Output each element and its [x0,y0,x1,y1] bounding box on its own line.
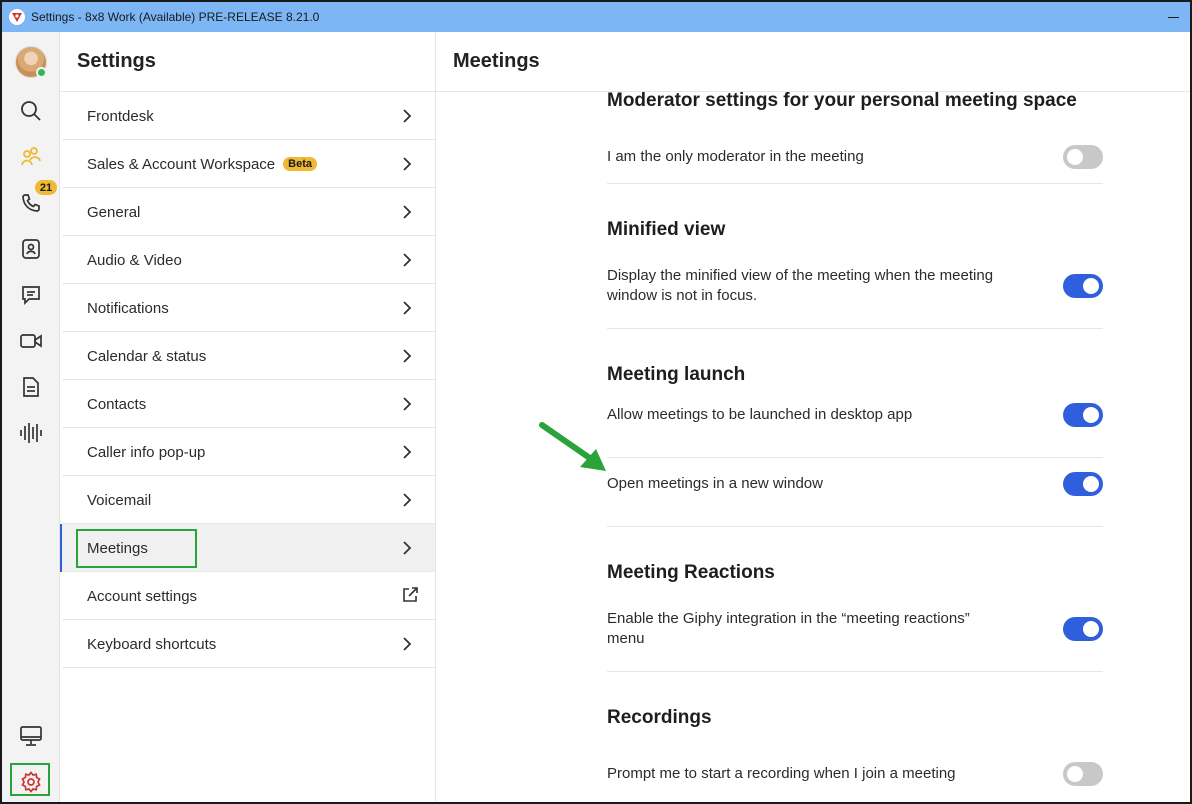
divider [607,671,1103,672]
window-title: Settings - 8x8 Work (Available) PRE-RELE… [31,10,320,24]
menu-item-general[interactable]: General [62,188,435,236]
document-icon[interactable] [19,375,43,399]
setting-label-open-new-window: Open meetings in a new window [607,475,823,492]
menu-item-account-settings[interactable]: Account settings [62,572,435,620]
settings-title: Settings [60,32,435,92]
menu-item-label: Keyboard shortcuts [87,635,217,653]
menu-item-frontdesk[interactable]: Frontdesk [62,92,435,140]
meetings-settings-pane: Meetings Moderator settings for your per… [436,32,1190,802]
menu-item-notifications[interactable]: Notifications [62,284,435,332]
annotation-arrow-icon [539,422,606,471]
chevron-right-icon [403,397,412,411]
section-title-meeting-launch: Meeting launch [607,364,746,385]
chevron-right-icon [403,541,412,555]
app-logo-icon [9,9,25,25]
menu-item-label: Audio & Video [87,251,182,269]
section-title-recordings: Recordings [607,707,712,728]
title-bar: Settings - 8x8 Work (Available) PRE-RELE… [2,2,1190,32]
section-title-minified-view: Minified view [607,219,726,240]
menu-item-sales-account-workspace[interactable]: Sales & Account Workspace Beta [62,140,435,188]
beta-badge: Beta [283,157,317,171]
setting-label-minified-view: Display the minified view of the meeting… [607,267,994,304]
contacts-icon[interactable] [19,237,43,261]
menu-item-label: Sales & Account Workspace [87,155,276,173]
presence-status-icon [36,67,47,78]
toggle-recording-prompt[interactable] [1063,762,1103,786]
menu-item-contacts[interactable]: Contacts [62,380,435,428]
external-link-icon [403,587,418,602]
toggle-minified-view[interactable] [1063,274,1103,298]
chevron-right-icon [403,493,412,507]
menu-item-label: Contacts [87,395,147,413]
menu-item-label: Calendar & status [87,347,207,365]
menu-item-label: Account settings [87,587,198,605]
settings-highlight-annotation [10,763,50,796]
menu-item-calendar-status[interactable]: Calendar & status [62,332,435,380]
menu-item-label: Caller info pop-up [87,443,206,461]
menu-item-label: Notifications [87,299,169,317]
section-title-meeting-reactions: Meeting Reactions [607,562,775,583]
menu-item-caller-info-popup[interactable]: Caller info pop-up [62,428,435,476]
meetings-highlight-annotation [76,529,197,568]
calls-count-badge: 21 [35,180,57,195]
section-title-moderator: Moderator settings for your personal mee… [607,90,1077,111]
menu-item-meetings[interactable]: Meetings [60,524,435,572]
app-window: Settings - 8x8 Work (Available) PRE-RELE… [0,0,1192,804]
toggle-giphy[interactable] [1063,617,1103,641]
chevron-right-icon [403,301,412,315]
menu-item-voicemail[interactable]: Voicemail [62,476,435,524]
setting-label-only-moderator: I am the only moderator in the meeting [607,148,864,165]
spaces-icon[interactable] [19,145,43,169]
search-icon[interactable] [19,99,43,123]
nav-rail: 21 [2,32,60,802]
menu-item-keyboard-shortcuts[interactable]: Keyboard shortcuts [62,620,435,668]
divider [607,183,1103,184]
toggle-open-new-window[interactable] [1063,472,1103,496]
setting-label-recording-prompt: Prompt me to start a recording when I jo… [607,765,956,782]
chat-icon[interactable] [19,283,43,307]
menu-item-label: General [87,203,141,221]
settings-menu: Settings Frontdesk Sales & Account Works… [60,32,436,802]
divider [607,457,1103,458]
divider [607,526,1103,527]
minimize-button[interactable] [1168,12,1180,24]
toggle-launch-desktop-app[interactable] [1063,403,1103,427]
voice-waveform-icon[interactable] [19,421,43,445]
toggle-only-moderator[interactable] [1063,145,1103,169]
divider [607,328,1103,329]
menu-item-label: Voicemail [87,491,152,509]
chevron-right-icon [403,253,412,267]
setting-label-launch-desktop-app: Allow meetings to be launched in desktop… [607,406,913,423]
chevron-right-icon [403,637,412,651]
menu-item-label: Frontdesk [87,107,154,125]
video-icon[interactable] [19,329,43,353]
chevron-right-icon [403,109,412,123]
menu-item-audio-video[interactable]: Audio & Video [62,236,435,284]
chevron-right-icon [403,445,412,459]
chevron-right-icon [403,205,412,219]
setting-label-giphy: Enable the Giphy integration in the “mee… [607,610,970,647]
chevron-right-icon [403,157,412,171]
monitor-icon[interactable] [19,724,43,748]
chevron-right-icon [403,349,412,363]
page-title: Meetings [436,32,1190,92]
